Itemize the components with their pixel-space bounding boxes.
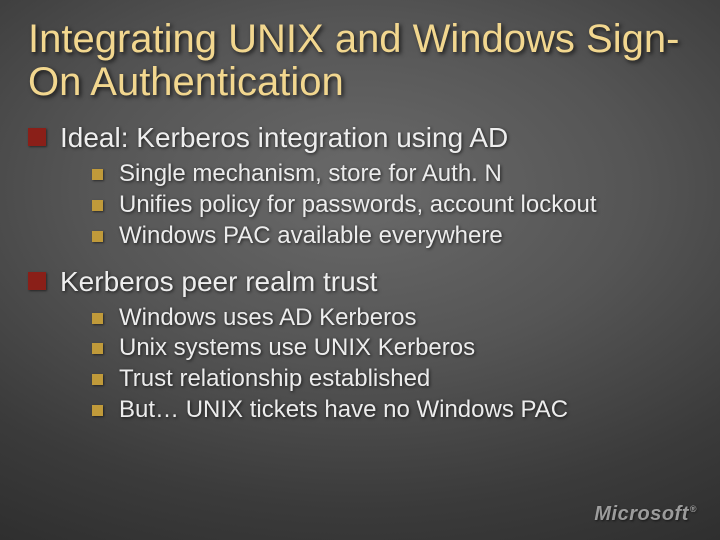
section-heading: Kerberos peer realm trust [60,264,377,299]
square-bullet-icon [92,169,103,180]
slide: Integrating UNIX and Windows Sign-On Aut… [0,0,720,540]
list-item: Unifies policy for passwords, account lo… [92,190,692,221]
square-bullet-icon [92,405,103,416]
section-1: Kerberos peer realm trust Windows uses A… [28,264,692,426]
registered-icon: ® [690,504,697,514]
list-item: Unix systems use UNIX Kerberos [92,333,692,364]
list-item: Trust relationship established [92,364,692,395]
list-item: Windows PAC available everywhere [92,221,692,252]
square-bullet-icon [92,200,103,211]
square-bullet-icon [92,231,103,242]
list-item: Windows uses AD Kerberos [92,303,692,334]
section-0: Ideal: Kerberos integration using AD Sin… [28,120,692,251]
slide-title: Integrating UNIX and Windows Sign-On Aut… [28,18,692,104]
list-item-text: But… UNIX tickets have no Windows PAC [119,395,568,426]
list-item: But… UNIX tickets have no Windows PAC [92,395,692,426]
content-list: Ideal: Kerberos integration using AD Sin… [28,120,692,425]
brand-text: Microsoft [594,503,689,525]
section-0-items: Single mechanism, store for Auth. N Unif… [92,159,692,251]
section-1-items: Windows uses AD Kerberos Unix systems us… [92,303,692,426]
list-item-text: Unix systems use UNIX Kerberos [119,333,475,364]
section-heading: Ideal: Kerberos integration using AD [60,120,508,155]
brand-logo: Microsoft® [594,503,696,526]
list-item-text: Single mechanism, store for Auth. N [119,159,502,190]
square-bullet-icon [92,313,103,324]
list-item-text: Trust relationship established [119,364,430,395]
list-item-text: Unifies policy for passwords, account lo… [119,190,597,221]
square-bullet-icon [92,343,103,354]
square-bullet-icon [28,272,46,290]
square-bullet-icon [92,374,103,385]
list-item-text: Windows uses AD Kerberos [119,303,416,334]
square-bullet-icon [28,128,46,146]
list-item-text: Windows PAC available everywhere [119,221,503,252]
list-item: Single mechanism, store for Auth. N [92,159,692,190]
